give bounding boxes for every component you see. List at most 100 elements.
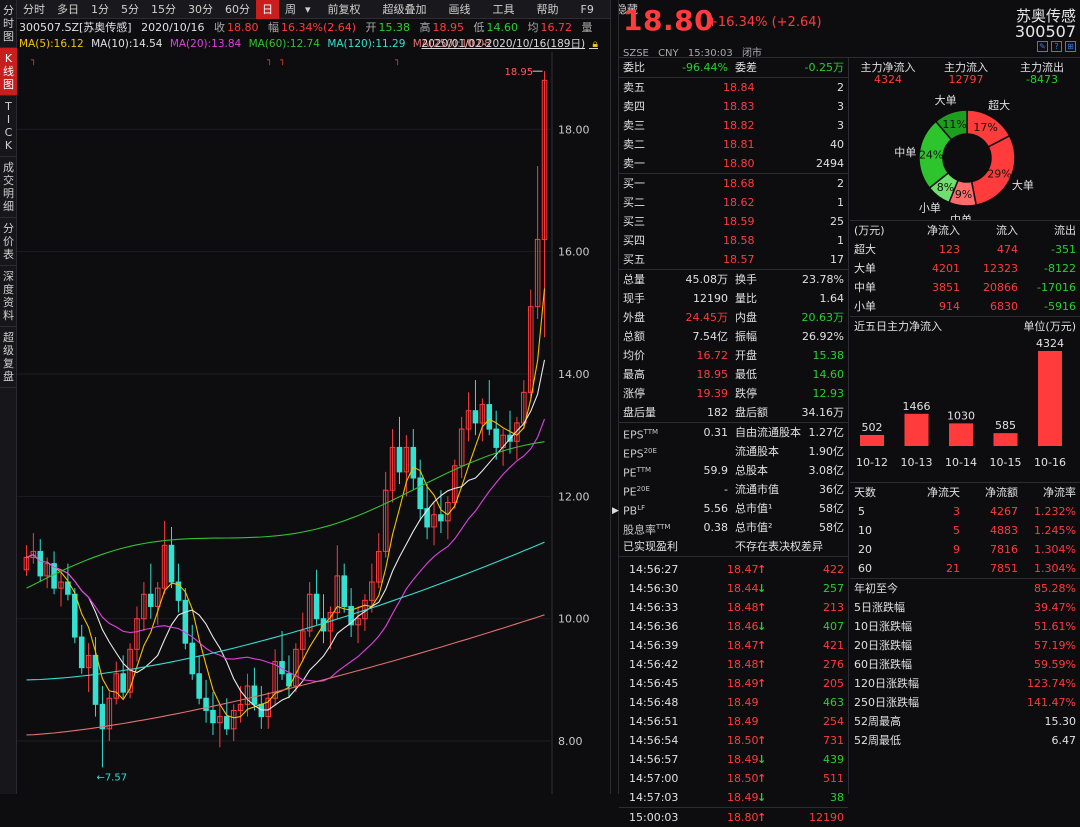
left-nav-item-1[interactable]: K线图 [0, 48, 17, 96]
period-more-chevron-down-icon[interactable]: ▾ [302, 0, 314, 19]
candle [148, 563, 154, 619]
donut-outer-label: 超大 [988, 98, 1010, 112]
left-nav-item-6[interactable]: 超级复盘 [0, 327, 17, 388]
tool-button-0[interactable]: 前复权 [320, 0, 369, 19]
candle [189, 624, 196, 680]
period-tab-3[interactable]: 5分 [115, 0, 145, 19]
period-tab-1[interactable]: 多日 [51, 0, 85, 19]
tick-time: 14:57:00 [629, 772, 679, 785]
order-book-column: 委比 -96.44% 委差 -0.25万 卖五 18.84 2 卖四 18.83 3 卖三 18.82… [619, 58, 849, 824]
candle [258, 686, 265, 729]
tool-button-5[interactable]: F9 [573, 0, 602, 19]
tick-price: 18.44 [727, 582, 759, 595]
five-day-bar-label: 502 [862, 421, 883, 434]
five-day-category: 10-13 [901, 456, 933, 469]
tick-time: 14:56:54 [629, 734, 679, 747]
candle [30, 533, 37, 564]
tick-price: 18.50 [727, 734, 759, 747]
kline-chart[interactable]: 8.00 10.00 12.00 14.00 16.00 18.00 18.95 ←7.57 ┐… [17, 52, 610, 794]
tool-button-3[interactable]: 工具 [485, 0, 523, 19]
perf-value: 141.47% [1027, 696, 1076, 709]
date-range-link[interactable]: 2020/01/02-2020/10/16(189日) 🔒︎ [422, 36, 603, 52]
stat-value-2: 23.78% [802, 273, 844, 286]
donut-chart: 17%超大29%大单9%中单8%小单24%中单11%大单 [894, 93, 1034, 227]
left-nav-item-0[interactable]: 分时图 [0, 0, 17, 48]
days-table-row: 20 9 7816 1.304% [850, 540, 1080, 559]
tick-volume: 421 [823, 639, 844, 652]
period-tab-6[interactable]: 60分 [219, 0, 256, 19]
donut-pct-label: 24% [919, 149, 943, 162]
tick-row: 14:56:51 18.49 254 [619, 712, 848, 731]
collapse-arrow-icon[interactable]: ▶ [612, 506, 619, 516]
stat-label: 涨停 [623, 387, 645, 400]
ohlc-info-bar: 300507.SZ[苏奥传感] 2020/10/16 收 18.80 幅 16.34… [17, 19, 610, 36]
tick-row: 14:56:42 18.48 276 ↑ [619, 655, 848, 674]
tool-button-4[interactable]: 帮助 [529, 0, 567, 19]
left-nav-item-3[interactable]: 成交明细 [0, 157, 17, 218]
period-tab-0[interactable]: 分时 [17, 0, 51, 19]
days-row-rate: 1.304% [1034, 543, 1076, 556]
candle [534, 166, 541, 319]
bid-price: 18.62 [723, 196, 755, 209]
flow-table-row: 超大 123 474 -351 [850, 240, 1080, 259]
low-label: 低 [473, 21, 485, 34]
period-tab-2[interactable]: 1分 [85, 0, 115, 19]
fund-value: 0.31 [703, 426, 729, 439]
candle [286, 655, 292, 699]
fund-value: - [724, 483, 728, 496]
flow-row-net: 3851 [932, 281, 960, 294]
perf-label: 60日涨跌幅 [854, 658, 912, 671]
min-price-label: ←7.57 [96, 772, 127, 783]
days-table-head-2: 净流额 [985, 486, 1018, 499]
left-nav-item-2[interactable]: TICK [0, 96, 17, 157]
fund-value: 0.38 [703, 521, 729, 534]
tick-volume: 511 [823, 772, 844, 785]
panel-divider[interactable]: ▶ [610, 0, 619, 794]
stat-row: 总量 45.08万 换手 23.78% [619, 270, 848, 289]
fund-label-sup: LF [637, 504, 646, 512]
days-row-rate: 1.245% [1034, 524, 1076, 537]
tick-time: 14:56:33 [629, 601, 679, 614]
period-tab-4[interactable]: 15分 [145, 0, 182, 19]
bid-label: 买一 [623, 177, 645, 190]
question-icon[interactable]: ? [1051, 41, 1062, 52]
left-nav-char: 盘 [3, 370, 14, 383]
y-tick-label-1: 10.00 [558, 613, 590, 626]
left-nav-char: 时 [3, 17, 14, 30]
edit-icon[interactable]: ✎ [1037, 41, 1048, 52]
left-nav-char: 资 [3, 296, 14, 309]
candle [92, 637, 99, 717]
fund-label-2: 总股本 [735, 464, 768, 477]
fund-value-2: 58亿 [819, 502, 844, 515]
left-nav-item-4[interactable]: 分价表 [0, 218, 17, 266]
tick-row: 14:56:27 18.47 422 ↑ [619, 560, 848, 579]
stat-label: 盘后量 [623, 406, 656, 419]
period-tab-5[interactable]: 30分 [182, 0, 219, 19]
expand-icon[interactable]: ⊞ [1065, 41, 1076, 52]
y-tick-label-3: 14.00 [558, 368, 590, 381]
y-tick-label-2: 12.00 [558, 490, 590, 503]
period-tab-8[interactable]: 周 [279, 0, 302, 19]
flow-table-row: 小单 914 6830 -5916 [850, 297, 1080, 316]
candle [417, 459, 423, 521]
candle [293, 643, 299, 693]
left-nav-char: 料 [3, 309, 14, 322]
days-table-head-0: 天数 [854, 486, 876, 499]
flow-table-row: 大单 4201 12323 -8122 [850, 259, 1080, 278]
period-tab-7[interactable]: 日 [256, 0, 279, 19]
days-row-amount: 4267 [990, 505, 1018, 518]
five-day-title: 近五日主力净流入 [854, 320, 942, 333]
tool-button-2[interactable]: 画线 [441, 0, 479, 19]
left-nav-char: 图 [3, 30, 14, 43]
tool-button-1[interactable]: 超级叠加 [375, 0, 435, 19]
donut-pct-label: 8% [937, 181, 954, 194]
low-value: 14.60 [486, 21, 519, 34]
donut-pct-label: 11% [942, 118, 966, 131]
flow-table-head-1: 净流入 [927, 224, 960, 237]
left-nav-item-5[interactable]: 深度资料 [0, 266, 17, 327]
ask-volume: 40 [830, 138, 844, 151]
ma20-label: MA(20):13.84 [169, 38, 242, 50]
stat-label: 总额 [623, 330, 645, 343]
candle [514, 416, 520, 460]
last-price: 18.80 [623, 4, 715, 37]
